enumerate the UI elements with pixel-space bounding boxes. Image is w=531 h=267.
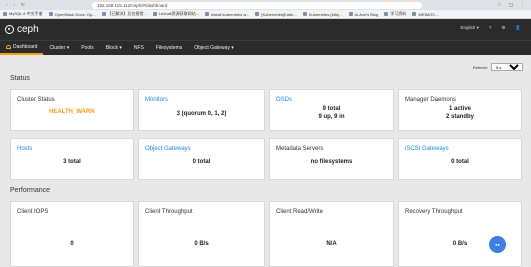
card-title[interactable]: Object Gateways bbox=[145, 146, 191, 152]
forward-icon[interactable]: › bbox=[14, 2, 16, 8]
card-title: Metadata Servers bbox=[276, 146, 324, 152]
card-client-throughput: Client Throughput 0 B/s bbox=[138, 201, 265, 267]
card-value-line1: 1 active bbox=[448, 106, 472, 112]
bookmark-icon bbox=[302, 12, 307, 16]
bookmark[interactable]: 学习资料 bbox=[384, 11, 406, 17]
bookmark-icon bbox=[152, 12, 157, 16]
back-icon[interactable]: ‹ bbox=[6, 2, 8, 8]
card-value: 0 bbox=[70, 241, 74, 247]
nav-pools[interactable]: Pools bbox=[75, 41, 100, 55]
header-actions: English ▾ ? ⚙ 👤 bbox=[461, 25, 521, 31]
bookmarks-bar: MySQL 8 中文手册 OpenStack Docs: Op... 【已解决】… bbox=[0, 10, 531, 19]
card-title: Client Throughput bbox=[145, 209, 193, 215]
card-title: Manager Daemons bbox=[405, 97, 457, 103]
card-value: 0 B/s bbox=[194, 241, 209, 247]
bookmark[interactable]: Kubernetes (k8s)... bbox=[302, 12, 343, 17]
card-title: Client IOPS bbox=[17, 209, 49, 215]
bookmark-icon bbox=[348, 12, 353, 16]
card-title: Cluster Status bbox=[17, 97, 55, 103]
card-value: 3 total bbox=[63, 159, 81, 165]
browser-actions: ☆ ◻ ⋮ bbox=[497, 2, 525, 8]
floating-action-button[interactable]: ●● bbox=[489, 236, 506, 253]
bookmark[interactable]: 【已解决】后台报错... bbox=[101, 11, 147, 17]
settings-icon[interactable]: ⚙ bbox=[501, 25, 505, 31]
card-metadata-servers: Metadata Servers no filesystems bbox=[269, 138, 394, 180]
refresh-label: Refresh: bbox=[472, 64, 488, 70]
reload-icon[interactable]: ↻ bbox=[21, 2, 25, 8]
logo-text: ceph bbox=[17, 24, 39, 35]
bookmark-icon bbox=[204, 12, 209, 16]
star-icon[interactable]: ☆ bbox=[497, 2, 501, 8]
browser-toolbar: ‹ › ↻ 192.168.115.112/ceph/#/dashboard ☆… bbox=[0, 0, 531, 10]
card-value-line2: 9 up, 9 in bbox=[318, 114, 345, 120]
card-iscsi-gateways[interactable]: iSCSI Gateways 0 total bbox=[398, 138, 522, 180]
bookmark[interactable]: Ai-Ace's Blog bbox=[348, 12, 378, 17]
user-icon[interactable]: 👤 bbox=[515, 25, 521, 31]
card-value-line2: 2 standby bbox=[445, 114, 474, 120]
card-title[interactable]: Monitors bbox=[145, 97, 168, 103]
browser-nav: ‹ › ↻ bbox=[0, 2, 80, 8]
bookmark-icon bbox=[384, 12, 389, 16]
bookmark[interactable]: MySQL 8 中文手册 bbox=[3, 11, 43, 17]
card-value: N/A bbox=[326, 241, 337, 247]
card-value: 0 total bbox=[451, 159, 469, 165]
card-manager-daemons: Manager Daemons 1 active 2 standby bbox=[398, 89, 522, 131]
card-hosts[interactable]: Hosts 3 total bbox=[10, 138, 134, 180]
health-status-value: HEALTH_WARN bbox=[49, 109, 95, 115]
nav-block[interactable]: Block ▾ bbox=[100, 41, 128, 55]
card-client-read-write: Client Read/Write N/A bbox=[269, 201, 394, 267]
language-selector[interactable]: English ▾ bbox=[461, 25, 479, 31]
dashboard-icon bbox=[6, 45, 11, 49]
url-text: 192.168.115.112/ceph/#/dashboard bbox=[97, 2, 168, 8]
refresh-select[interactable]: 5 s bbox=[491, 63, 523, 71]
bookmark[interactable]: Install kubernetes w... bbox=[204, 12, 249, 17]
card-recovery-throughput: Recovery Throughput 0 B/s bbox=[398, 201, 522, 267]
card-value: 3 (quorum 0, 1, 2) bbox=[176, 111, 227, 117]
chat-icon: ●● bbox=[495, 242, 500, 247]
card-title[interactable]: OSDs bbox=[276, 97, 292, 103]
bookmark-icon bbox=[3, 12, 7, 16]
bookmark-icon bbox=[48, 12, 53, 16]
nav-nfs[interactable]: NFS bbox=[128, 41, 150, 55]
bookmark-icon bbox=[255, 12, 260, 16]
performance-section-title: Performance bbox=[10, 187, 51, 194]
card-monitors[interactable]: Monitors 3 (quorum 0, 1, 2) bbox=[138, 89, 265, 131]
bookmark[interactable]: Lechall资源获取网站... bbox=[152, 11, 199, 17]
bookmark-icon bbox=[412, 12, 417, 16]
bookmark[interactable]: OpenStack Docs: Op... bbox=[48, 12, 96, 17]
card-title: Recovery Throughput bbox=[405, 209, 463, 215]
nav-object-gateway[interactable]: Object Gateway ▾ bbox=[188, 41, 239, 55]
menu-icon[interactable]: ⋮ bbox=[520, 2, 525, 8]
bookmark-icon bbox=[101, 12, 106, 16]
ceph-logo-icon bbox=[5, 25, 14, 34]
bookmark[interactable]: WEIMOS ... bbox=[412, 12, 439, 17]
card-title[interactable]: iSCSI Gateways bbox=[405, 146, 449, 152]
ceph-logo[interactable]: ceph bbox=[5, 24, 39, 35]
card-value: 0 total bbox=[192, 159, 211, 165]
extensions-icon[interactable]: ◻ bbox=[509, 2, 513, 8]
nav-filesystems[interactable]: Filesystems bbox=[150, 41, 188, 55]
card-object-gateways[interactable]: Object Gateways 0 total bbox=[138, 138, 265, 180]
app-header bbox=[0, 19, 531, 40]
address-bar[interactable]: 192.168.115.112/ceph/#/dashboard bbox=[92, 1, 422, 9]
main-nav: Dashboard Cluster ▾ Pools Block ▾ NFS Fi… bbox=[0, 40, 531, 55]
card-title: Client Read/Write bbox=[276, 209, 323, 215]
card-value: no filesystems bbox=[310, 159, 353, 165]
status-section-title: Status bbox=[10, 75, 30, 82]
help-icon[interactable]: ? bbox=[489, 25, 492, 31]
card-value-line1: 9 total bbox=[322, 106, 341, 112]
card-cluster-status: Cluster Status HEALTH_WARN bbox=[10, 89, 134, 131]
card-client-iops: Client IOPS 0 bbox=[10, 201, 134, 267]
nav-dashboard[interactable]: Dashboard bbox=[0, 41, 44, 55]
card-title[interactable]: Hosts bbox=[17, 146, 32, 152]
card-osds[interactable]: OSDs 9 total 9 up, 9 in bbox=[269, 89, 394, 131]
refresh-control: Refresh: 5 s bbox=[473, 63, 523, 71]
bookmark[interactable]: [Kubernetes]Kube... bbox=[255, 12, 297, 17]
nav-cluster[interactable]: Cluster ▾ bbox=[43, 41, 75, 55]
